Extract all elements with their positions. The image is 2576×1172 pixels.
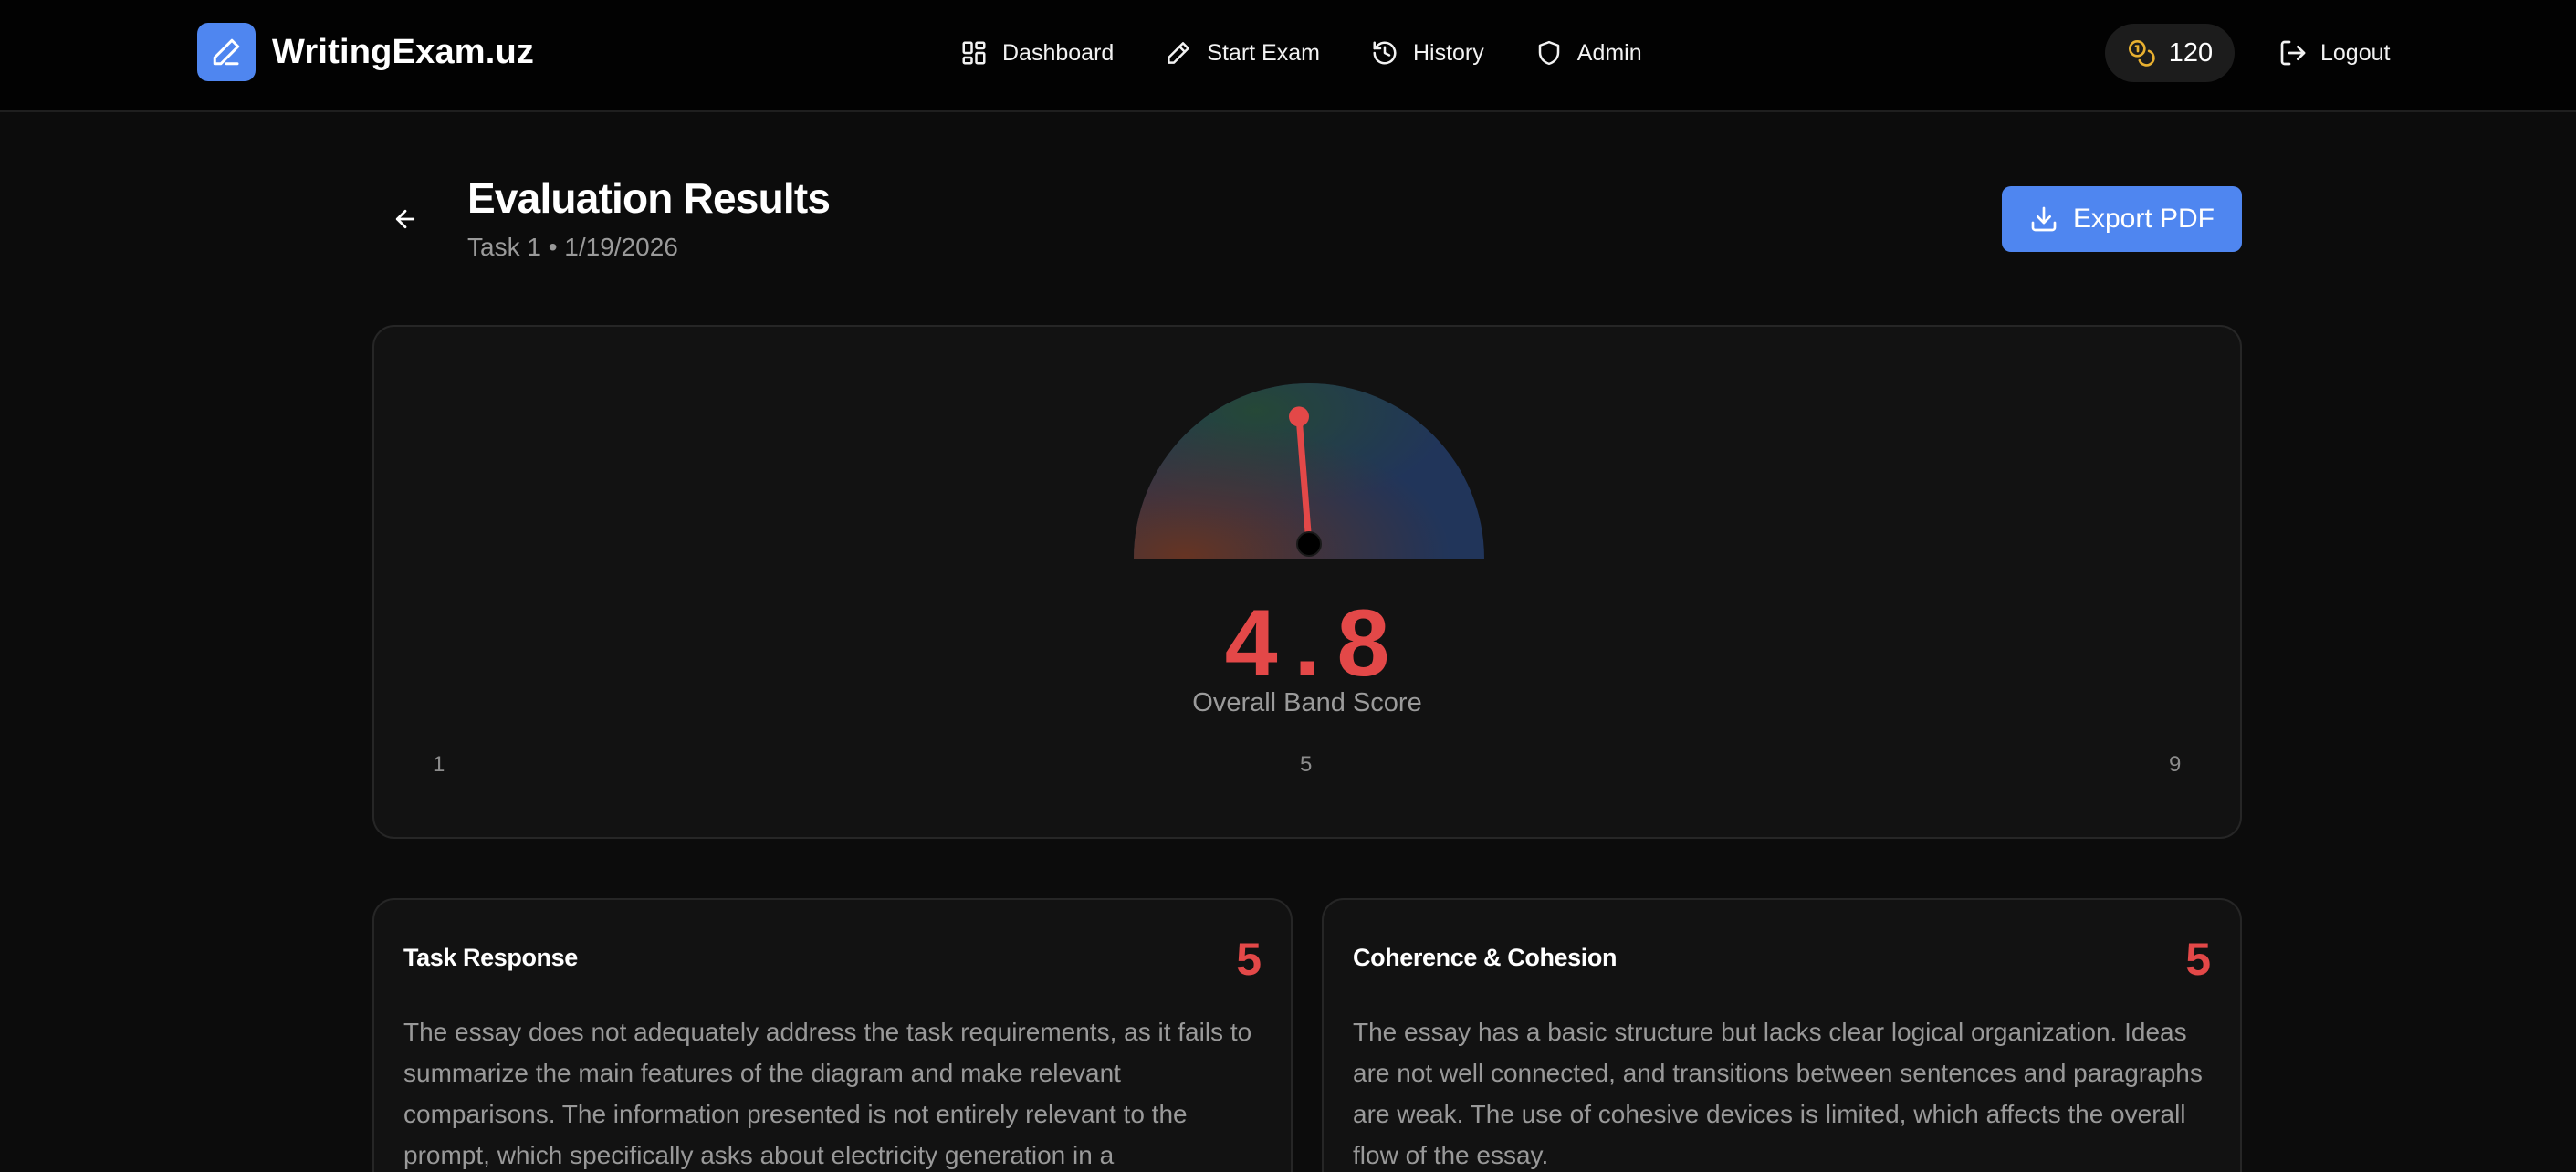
band-score-gauge [1134,383,1484,559]
arrow-left-icon [395,209,415,229]
overall-score-card: 4.8 Overall Band Score 1 5 9 [372,325,2242,839]
gauge-pivot [1296,531,1322,557]
history-icon [1373,41,1397,65]
nav-start-exam[interactable]: Start Exam [1165,31,1320,75]
credits-count: 120 [2168,37,2214,68]
shield-icon [1538,40,1560,66]
brand-name: WritingExam.uz [272,32,535,71]
top-nav: WritingExam.uz Dashboard Start Exam Hist… [0,0,2576,112]
nav-links: Dashboard Start Exam History Admin [960,31,1693,75]
nav-history[interactable]: History [1371,31,1484,75]
criterion-card-coherence-cohesion: Coherence & Cohesion 5 The essay has a b… [1322,898,2242,1172]
credits-badge[interactable]: 120 [2105,24,2235,82]
download-icon [2031,206,2057,232]
logout-button[interactable]: Logout [2278,31,2390,75]
criterion-score: 5 [1236,934,1262,985]
criterion-score: 5 [2185,934,2211,985]
scale-mid-label: 5 [1300,752,1313,777]
nav-history-label: History [1412,39,1484,66]
criterion-title: Task Response [403,944,578,971]
criterion-feedback: The essay has a basic structure but lack… [1353,1018,2203,1169]
nav-dashboard-label: Dashboard [1002,39,1115,66]
criterion-card-task-response: Task Response 5 The essay does not adequ… [372,898,1293,1172]
criterion-feedback: The essay does not adequately address th… [403,1018,1252,1169]
page-title: Evaluation Results [467,174,831,222]
overall-band-score: 4.8 [1224,591,1407,696]
nav-dashboard[interactable]: Dashboard [960,31,1114,75]
page-subtitle: Task 1 • 1/19/2026 [467,233,678,261]
nav-admin[interactable]: Admin [1535,31,1642,75]
pencil-logo-icon [197,23,256,81]
scale-max-label: 9 [2169,752,2182,777]
coins-icon [2128,39,2155,67]
nav-start-exam-label: Start Exam [1207,39,1320,66]
export-pdf-label: Export PDF [2072,204,2215,234]
back-button[interactable] [382,195,429,243]
logout-icon [2280,40,2306,66]
grid-icon [962,41,986,65]
overall-band-score-label: Overall Band Score [1192,688,1422,717]
pencil-icon [1168,42,1190,64]
nav-admin-label: Admin [1576,39,1642,66]
gauge-needle-tip [1289,406,1309,427]
scale-min-label: 1 [433,752,445,777]
export-pdf-button[interactable]: Export PDF [2002,186,2242,252]
brand[interactable]: WritingExam.uz [197,23,534,81]
logout-label: Logout [2320,39,2391,66]
criterion-title: Coherence & Cohesion [1353,944,1618,971]
